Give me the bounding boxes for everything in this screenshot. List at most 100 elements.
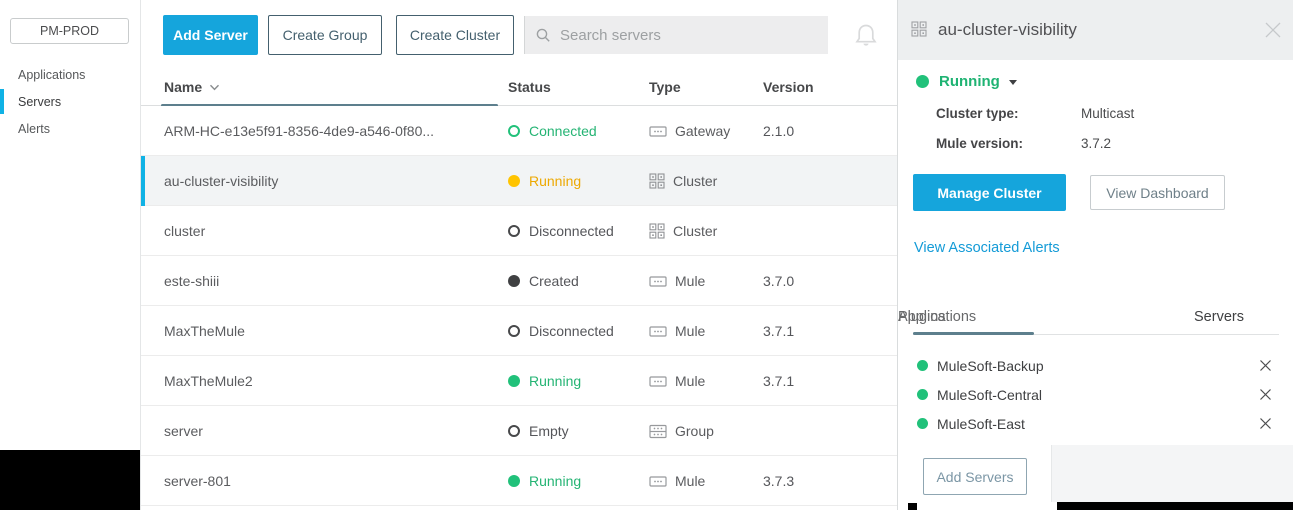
active-tab-indicator <box>913 332 1034 335</box>
environment-selector[interactable]: PM-PROD <box>10 18 129 44</box>
server-version: 3.7.0 <box>763 273 795 289</box>
column-header-status: Status <box>508 78 551 95</box>
servers-page: Add Server Create Group Create Cluster N… <box>141 0 897 510</box>
table-row[interactable]: server-801 Running Mule 3.7.3 <box>141 456 897 506</box>
sidebar: PM-PROD Applications Servers Alerts <box>0 0 141 510</box>
table-row[interactable]: cluster Disconnected Cluster <box>141 206 897 256</box>
column-header-name[interactable]: Name <box>164 67 220 106</box>
table-row[interactable]: este-shiii Created Mule 3.7.0 <box>141 256 897 306</box>
cluster-fields: Cluster type: Multicast Mule version: 3.7.2 <box>898 100 1293 160</box>
status-dot-green-icon <box>917 389 928 400</box>
server-status: Running <box>508 356 581 406</box>
list-item[interactable]: MuleSoft-Backup <box>898 351 1293 380</box>
server-version: 3.7.1 <box>763 373 795 389</box>
status-ring-green-icon <box>508 125 520 137</box>
field-label: Cluster type: <box>936 106 1019 121</box>
server-type: Mule <box>649 256 705 306</box>
server-type: Gateway <box>649 106 730 156</box>
server-version: 3.7.1 <box>763 323 795 339</box>
remove-server-x-icon[interactable] <box>1259 359 1272 372</box>
sidebar-item-label: Applications <box>18 67 86 82</box>
server-table: ARM-HC-e13e5f91-8356-4de9-a546-0f80... Co… <box>141 106 897 506</box>
status-ring-dark-icon <box>508 225 520 237</box>
notifications-bell-icon[interactable] <box>853 21 879 53</box>
cluster-icon <box>649 223 665 239</box>
black-cutoff-square <box>908 503 917 510</box>
status-dot-green-icon <box>917 360 928 371</box>
field-value: Multicast <box>1081 106 1135 121</box>
create-cluster-button[interactable]: Create Cluster <box>396 15 514 55</box>
sidebar-nav: Applications Servers Alerts <box>0 61 139 142</box>
status-dot-green-icon <box>508 375 520 387</box>
server-status: Connected <box>508 106 597 156</box>
remove-server-x-icon[interactable] <box>1259 388 1272 401</box>
sidebar-item-alerts[interactable]: Alerts <box>0 115 139 142</box>
status-dot-green-icon <box>917 418 928 429</box>
server-status: Disconnected <box>508 206 614 256</box>
server-type: Mule <box>649 456 705 506</box>
create-group-button[interactable]: Create Group <box>268 15 382 55</box>
table-row[interactable]: au-cluster-visibility Running Cluster <box>141 156 897 206</box>
field-value: 3.7.2 <box>1081 136 1112 151</box>
status-ring-dark-icon <box>508 425 520 437</box>
server-name: ARM-HC-e13e5f91-8356-4de9-a546-0f80... <box>164 123 435 139</box>
status-label: Connected <box>529 123 597 139</box>
table-row[interactable]: MaxTheMule2 Running Mule 3.7.1 <box>141 356 897 406</box>
manage-cluster-button[interactable]: Manage Cluster <box>913 174 1066 211</box>
close-icon[interactable] <box>1263 20 1283 45</box>
panel-footer-area <box>1051 445 1293 502</box>
status-dot-green-icon <box>508 475 520 487</box>
server-status: Created <box>508 256 579 306</box>
sidebar-item-applications[interactable]: Applications <box>0 61 139 88</box>
mule-icon <box>649 325 667 338</box>
server-name: este-shiii <box>164 273 220 289</box>
sidebar-item-label: Servers <box>18 94 62 109</box>
tab-servers[interactable]: Servers <box>1194 309 1244 325</box>
status-label: Created <box>529 273 579 289</box>
remove-server-x-icon[interactable] <box>1259 417 1272 430</box>
list-item[interactable]: MuleSoft-East <box>898 409 1293 438</box>
table-row[interactable]: server Empty Group <box>141 406 897 456</box>
black-cutoff-bottom-left <box>0 450 140 510</box>
status-label: Running <box>529 373 582 389</box>
list-item[interactable]: MuleSoft-Central <box>898 380 1293 409</box>
type-label: Mule <box>675 473 706 489</box>
type-label: Cluster <box>673 223 718 239</box>
search-input[interactable] <box>558 25 818 45</box>
status-label: Running <box>529 173 582 189</box>
search-box <box>524 16 828 54</box>
add-server-button[interactable]: Add Server <box>163 15 258 55</box>
table-row[interactable]: MaxTheMule Disconnected Mule 3.7.1 <box>141 306 897 356</box>
panel-tabs: Servers Applications Plugins <box>898 305 1293 337</box>
server-name: MaxTheMule <box>164 323 245 339</box>
group-icon <box>649 424 667 439</box>
cluster-server-name: MuleSoft-Central <box>937 386 1043 403</box>
black-cutoff-bottom-right <box>1057 502 1293 510</box>
server-type: Cluster <box>649 206 717 256</box>
cluster-status-dropdown[interactable]: Running <box>916 73 1017 90</box>
cluster-icon <box>649 173 665 189</box>
view-dashboard-button[interactable]: View Dashboard <box>1090 175 1225 210</box>
gateway-icon <box>649 125 667 138</box>
status-dot-green-icon <box>916 75 929 88</box>
type-label: Mule <box>675 273 706 289</box>
caret-down-icon <box>1008 80 1017 85</box>
status-label: Disconnected <box>529 223 614 239</box>
table-row[interactable]: ARM-HC-e13e5f91-8356-4de9-a546-0f80... Co… <box>141 106 897 156</box>
status-dot-dark-icon <box>508 275 520 287</box>
column-header-type: Type <box>649 78 681 95</box>
view-associated-alerts-link[interactable]: View Associated Alerts <box>914 240 1060 256</box>
cluster-server-name: MuleSoft-Backup <box>937 357 1044 374</box>
status-label: Empty <box>529 423 569 439</box>
server-version: 2.1.0 <box>763 123 795 139</box>
cluster-icon <box>911 21 927 42</box>
tab-plugins[interactable]: Plugins <box>898 309 946 325</box>
mule-icon <box>649 375 667 388</box>
type-label: Mule <box>675 323 706 339</box>
sidebar-item-label: Alerts <box>18 121 50 136</box>
server-status: Empty <box>508 406 569 456</box>
cluster-status-label: Running <box>939 73 1000 90</box>
panel-field: Cluster type: Multicast <box>898 100 1293 130</box>
add-servers-button[interactable]: Add Servers <box>923 458 1027 495</box>
sidebar-item-servers[interactable]: Servers <box>0 88 139 115</box>
